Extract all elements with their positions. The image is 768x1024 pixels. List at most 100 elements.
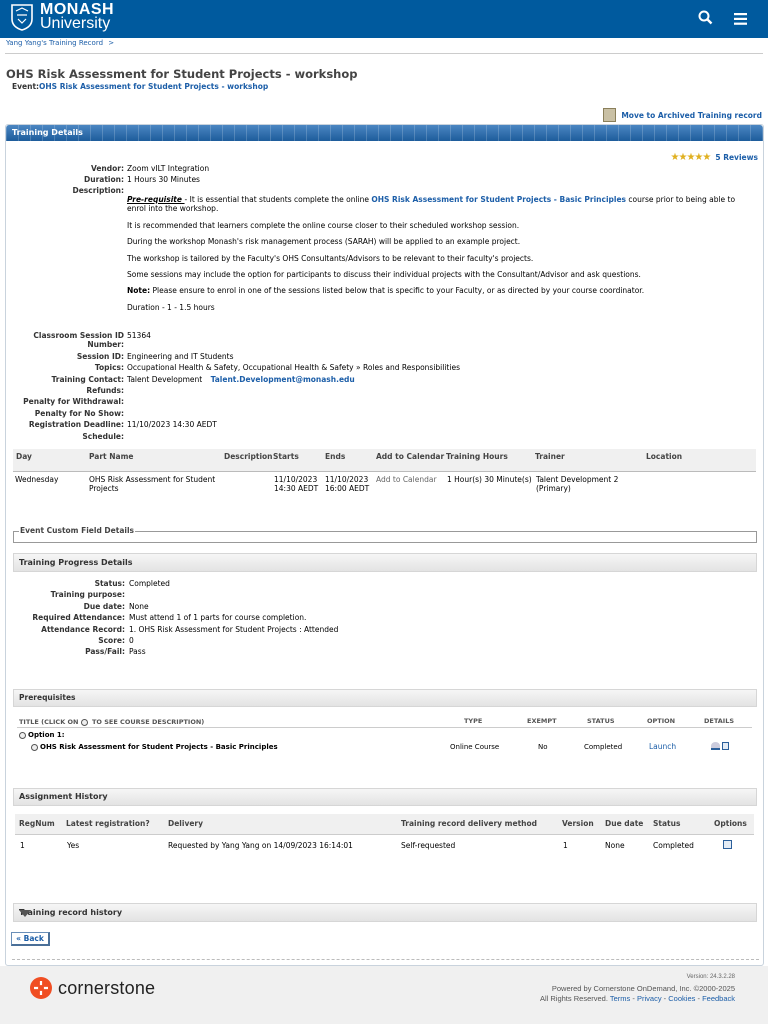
- registration-deadline-label: Registration Deadline:: [28, 420, 124, 429]
- privacy-link[interactable]: Privacy: [637, 994, 662, 1003]
- contact-email-link[interactable]: Talent.Development@monash.edu: [211, 375, 355, 384]
- view-details-icon[interactable]: [711, 742, 720, 750]
- archive-label: Move to Archived Training record: [621, 110, 762, 120]
- training-details-panel: Training Details: [5, 124, 764, 966]
- prereq-exempt: No: [538, 743, 548, 751]
- option-label: Option 1:: [28, 731, 65, 739]
- col-status: Status: [587, 717, 615, 725]
- rights-text: All Rights Reserved.: [539, 994, 608, 1003]
- terms-link[interactable]: Terms: [610, 994, 630, 1003]
- brand-line2: University: [40, 15, 111, 32]
- status-value: Completed: [129, 579, 170, 588]
- powered-by-text: Powered by Cornerstone OnDemand, Inc. ©2…: [551, 984, 735, 993]
- assign-method: Self-requested: [401, 841, 456, 850]
- divider: [15, 834, 754, 835]
- breadcrumb-training-record[interactable]: Yang Yang's Training Record: [6, 39, 103, 47]
- search-icon[interactable]: [698, 10, 713, 27]
- collapse-circle-icon[interactable]: [19, 731, 26, 739]
- duration-value: 1 Hours 30 Minutes: [127, 175, 200, 184]
- col-location: Location: [646, 452, 683, 461]
- prereq-paragraph: Pre-requisite - It is essential that stu…: [127, 195, 747, 213]
- divider: [5, 53, 763, 54]
- training-record-history-title: Training record history: [19, 908, 123, 917]
- col-title-a: Title (click on: [19, 718, 79, 726]
- note-text: Please ensure to enrol in one of the ses…: [152, 286, 645, 295]
- star-rating-icon: ★★★★★: [670, 152, 712, 163]
- penalty-noshow-label: Penalty for No Show:: [34, 409, 124, 418]
- prereq-course-title: OHS Risk Assessment for Student Projects…: [40, 743, 278, 751]
- prereq-dash: - It is essential that students complete…: [184, 195, 369, 204]
- document-icon[interactable]: [722, 742, 730, 750]
- duration-label: Duration:: [84, 175, 124, 184]
- training-record-history-header[interactable]: Training record history: [13, 903, 757, 922]
- col-type: Type: [464, 717, 483, 725]
- cookies-link[interactable]: Cookies: [668, 994, 695, 1003]
- col-due-date: Due date: [605, 819, 644, 828]
- move-to-archive-link[interactable]: Move to Archived Training record: [603, 108, 762, 122]
- col-title: Title (click on to see course descriptio…: [19, 718, 204, 726]
- assign-version: 1: [563, 841, 568, 850]
- breadcrumb: Yang Yang's Training Record >: [6, 39, 114, 47]
- cornerstone-name: cornerstone: [58, 977, 156, 998]
- due-date-value: None: [129, 602, 149, 611]
- back-button[interactable]: « Back: [11, 932, 50, 946]
- col-delivery: Delivery: [168, 819, 204, 828]
- hamburger-menu-icon[interactable]: [734, 13, 747, 27]
- topics-label: Topics:: [94, 363, 124, 372]
- col-ends: Ends: [325, 452, 346, 461]
- prereq-course-row: OHS Risk Assessment for Student Projects…: [31, 743, 278, 751]
- attendance-record-value: 1. OHS Risk Assessment for Student Proje…: [129, 625, 339, 634]
- info-circle-icon: [80, 718, 88, 726]
- details-icons: [711, 742, 730, 752]
- note-paragraph: Note: Please ensure to enrol in one of t…: [127, 286, 747, 295]
- page-title: OHS Risk Assessment for Student Projects…: [6, 67, 358, 81]
- footer-sep: -: [632, 994, 635, 1003]
- desc-paragraph-4: The workshop is tailored by the Faculty'…: [127, 254, 534, 263]
- col-trainer: Trainer: [535, 452, 565, 461]
- pass-fail-value: Pass: [129, 647, 146, 656]
- due-date-label: Due date:: [83, 602, 125, 611]
- attendance-record-label: Attendance Record:: [41, 625, 125, 634]
- panel-header: Training Details: [6, 125, 763, 141]
- status-label: Status:: [94, 579, 125, 588]
- desc-paragraph-5: Some sessions may include the option for…: [127, 270, 641, 279]
- vendor-label: Vendor:: [90, 164, 124, 173]
- assignment-history-section-header: Assignment History: [13, 788, 757, 806]
- reviews[interactable]: ★★★★★ 5 Reviews: [671, 152, 758, 163]
- reviews-link[interactable]: 5 Reviews: [715, 153, 758, 162]
- col-regnum: RegNum: [19, 819, 55, 828]
- classroom-session-id-value: 51364: [127, 331, 151, 340]
- launch-link[interactable]: Launch: [649, 742, 676, 751]
- training-contact-label: Training Contact:: [51, 375, 124, 384]
- desc-paragraph-2: It is recommended that learners complete…: [127, 221, 520, 230]
- feedback-link[interactable]: Feedback: [702, 994, 735, 1003]
- description-label: Description:: [72, 186, 124, 195]
- panel-title: Training Details: [12, 128, 83, 137]
- required-attendance-value: Must attend 1 of 1 parts for course comp…: [129, 613, 307, 622]
- assign-due-date: None: [605, 841, 625, 850]
- col-training-hours: Training Hours: [446, 452, 508, 461]
- monash-logo[interactable]: MONASH University: [10, 2, 114, 32]
- footer-links: All Rights Reserved. Terms - Privacy - C…: [540, 994, 735, 1003]
- expand-circle-icon[interactable]: [31, 743, 38, 751]
- col-starts: Starts: [273, 452, 299, 461]
- schedule-trainer: Talent Development 2 (Primary): [536, 475, 619, 493]
- prereq-course-link[interactable]: OHS Risk Assessment for Student Projects…: [371, 195, 626, 204]
- col-exempt: Exempt: [527, 717, 557, 725]
- add-to-calendar-link[interactable]: Add to Calendar: [376, 475, 437, 484]
- prerequisites-title: Prerequisites: [19, 693, 76, 702]
- col-day: Day: [16, 452, 32, 461]
- footer-sep: -: [663, 994, 667, 1003]
- assignment-options-icon[interactable]: [723, 840, 732, 849]
- col-details: Details: [704, 717, 735, 725]
- required-attendance-label: Required Attendance:: [32, 613, 125, 622]
- chevron-down-icon[interactable]: [19, 910, 31, 917]
- training-progress-title: Training Progress Details: [19, 558, 133, 567]
- event-link[interactable]: OHS Risk Assessment for Student Projects…: [39, 82, 268, 91]
- prereq-status: Completed: [584, 743, 623, 751]
- schedule-ends: 11/10/2023 16:00 AEDT: [325, 475, 370, 493]
- schedule-hours: 1 Hour(s) 30 Minute(s): [447, 475, 532, 484]
- footer-sep: -: [697, 994, 700, 1003]
- prereq-label: Pre-requisite: [127, 195, 185, 204]
- desc-paragraph-duration: Duration - 1 - 1.5 hours: [127, 303, 215, 312]
